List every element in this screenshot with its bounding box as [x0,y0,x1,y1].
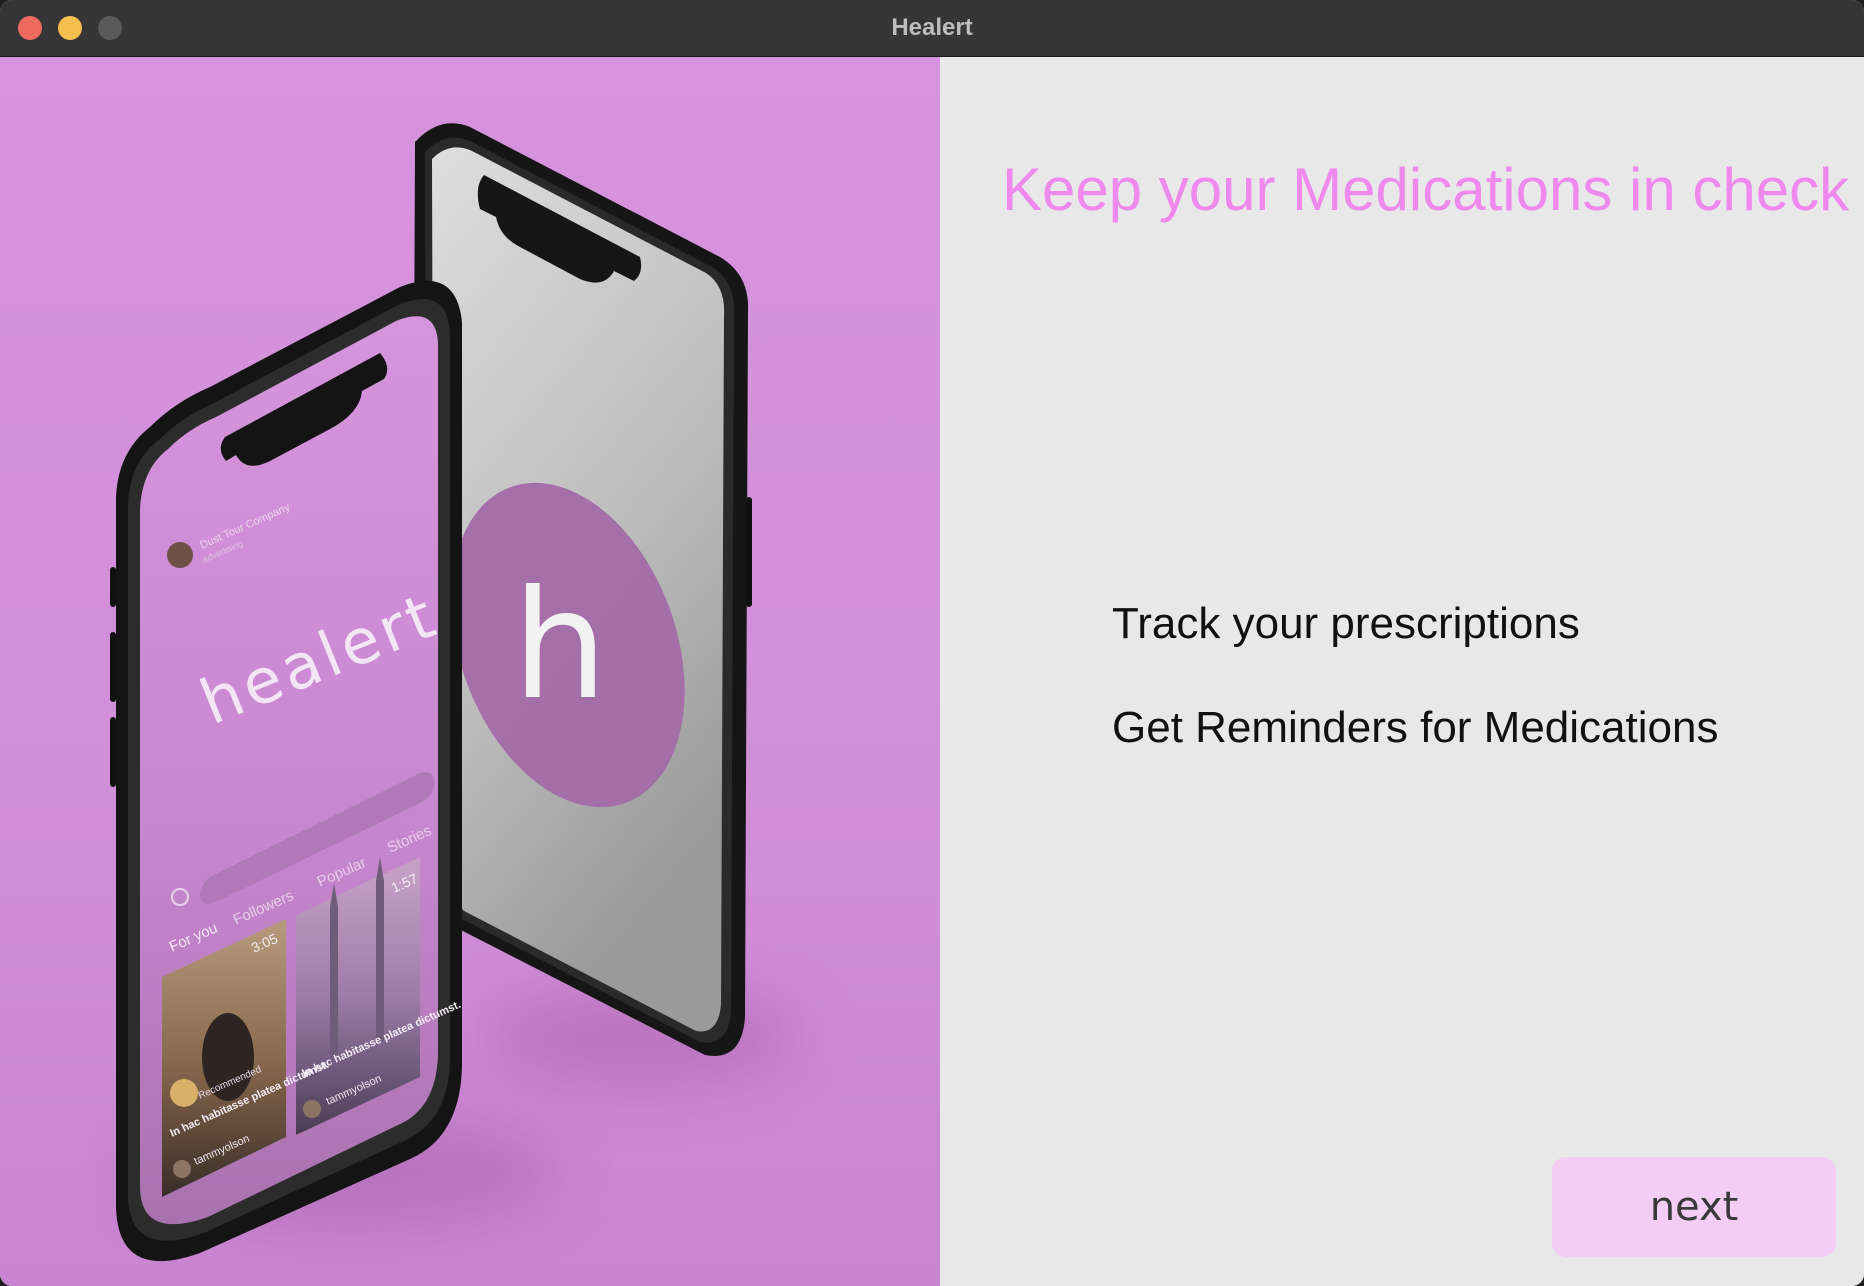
feature-reminders: Get Reminders for Medications [1112,703,1719,752]
feature-track-prescriptions: Track your prescriptions [1112,599,1580,648]
onboarding-panel: Keep your Medications in check Track you… [940,57,1864,1286]
window-title: Healert [891,14,973,41]
page-title: Keep your Medications in check [1002,156,1850,223]
next-button[interactable]: next [1552,1157,1836,1257]
phones-illustration: h Dust Tour Company advertising healert [110,123,752,1262]
logo-letter: h [512,559,607,733]
title-bar: Healert [0,0,1864,57]
hero-panel: h Dust Tour Company advertising healert [0,57,940,1286]
front-phone: Dust Tour Company advertising healert Fo… [110,280,463,1262]
app-window: Healert h Dust Tour Company advertising … [0,0,1864,1286]
